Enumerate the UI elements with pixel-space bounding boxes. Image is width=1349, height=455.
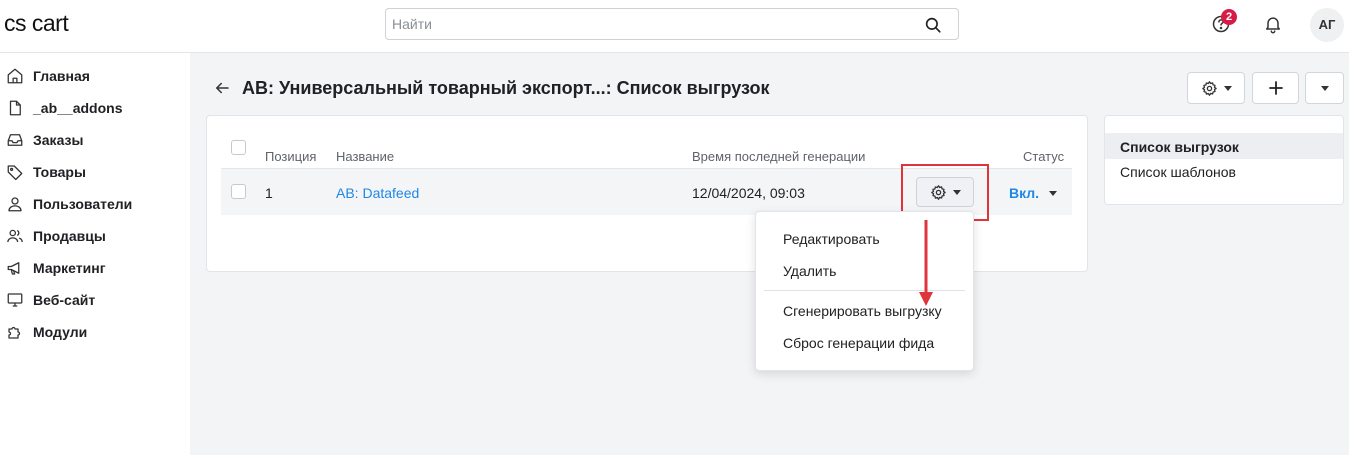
sidebar-item-home[interactable]: Главная bbox=[6, 65, 90, 87]
sidebar-item-label: Главная bbox=[33, 68, 90, 84]
add-button[interactable] bbox=[1252, 72, 1299, 104]
sidebar-item-vendors[interactable]: Продавцы bbox=[6, 225, 106, 247]
sidebar-item-orders[interactable]: Заказы bbox=[6, 129, 83, 151]
side-nav-panel bbox=[1104, 115, 1344, 205]
more-dropdown-button[interactable] bbox=[1305, 72, 1344, 104]
sidebar-item-website[interactable]: Веб-сайт bbox=[6, 289, 95, 311]
megaphone-icon bbox=[7, 262, 20, 275]
bell-icon[interactable] bbox=[1263, 14, 1283, 34]
sidebar-item-label: Заказы bbox=[33, 132, 84, 148]
sidebar-item-label: Пользователи bbox=[33, 196, 133, 212]
row-status-dropdown[interactable]: Вкл. bbox=[1009, 185, 1058, 201]
sidebar-item-users[interactable]: Пользователи bbox=[6, 193, 132, 215]
inbox-icon bbox=[7, 134, 23, 146]
column-header-name[interactable]: Название bbox=[336, 149, 394, 164]
select-all-checkbox[interactable] bbox=[231, 140, 246, 155]
settings-dropdown-button[interactable] bbox=[1187, 72, 1245, 104]
puzzle-icon bbox=[8, 326, 21, 339]
annotation-arrow-icon bbox=[919, 220, 933, 306]
sidebar-item-ab-addons[interactable]: _ab__addons bbox=[6, 97, 122, 119]
row-position: 1 bbox=[265, 185, 273, 201]
avatar[interactable]: АГ bbox=[1310, 8, 1344, 42]
sidebar-item-label: _ab__addons bbox=[33, 100, 123, 116]
users-icon bbox=[7, 229, 23, 243]
column-header-position[interactable]: Позиция bbox=[265, 149, 316, 164]
sidebar-item-label: Продавцы bbox=[33, 228, 106, 244]
search-input[interactable] bbox=[392, 9, 912, 39]
search-box[interactable] bbox=[385, 8, 959, 40]
tag-icon bbox=[7, 165, 23, 181]
top-bar: cs cart 2 АГ bbox=[0, 0, 1349, 53]
row-name-link[interactable]: AB: Datafeed bbox=[336, 185, 419, 201]
search-icon[interactable] bbox=[924, 16, 942, 34]
sidebar-item-products[interactable]: Товары bbox=[6, 161, 86, 183]
menu-item-reset-feed-generation[interactable]: Сброс генерации фида bbox=[783, 335, 934, 351]
column-header-last-generated[interactable]: Время последней генерации bbox=[692, 149, 865, 164]
sidebar-item-label: Маркетинг bbox=[33, 260, 106, 276]
chevron-down-icon bbox=[1049, 190, 1058, 196]
chevron-down-icon bbox=[1223, 85, 1232, 91]
monitor-icon bbox=[7, 293, 23, 307]
sidebar-item-label: Модули bbox=[33, 324, 88, 340]
row-last-generated: 12/04/2024, 09:03 bbox=[692, 185, 805, 201]
gear-icon bbox=[1201, 80, 1217, 96]
status-label: Вкл. bbox=[1009, 185, 1040, 201]
side-nav-item-exports-list[interactable]: Список выгрузок bbox=[1120, 139, 1239, 155]
side-nav-item-templates-list[interactable]: Список шаблонов bbox=[1120, 164, 1236, 180]
column-header-status[interactable]: Статус bbox=[1023, 149, 1064, 164]
menu-item-delete[interactable]: Удалить bbox=[783, 263, 836, 279]
menu-item-edit[interactable]: Редактировать bbox=[783, 231, 880, 247]
sidebar-item-label: Веб-сайт bbox=[33, 292, 96, 308]
notification-badge: 2 bbox=[1221, 9, 1237, 25]
sidebar-item-modules[interactable]: Модули bbox=[6, 321, 87, 343]
sidebar-item-label: Товары bbox=[33, 164, 86, 180]
plus-icon bbox=[1268, 81, 1283, 95]
back-arrow-icon[interactable] bbox=[213, 79, 231, 97]
row-checkbox[interactable] bbox=[231, 184, 246, 199]
sidebar-item-marketing[interactable]: Маркетинг bbox=[6, 257, 106, 279]
chevron-down-icon bbox=[1320, 85, 1329, 91]
home-icon bbox=[7, 68, 23, 84]
file-icon bbox=[9, 100, 21, 116]
page-title: AB: Универсальный товарный экспорт...: С… bbox=[242, 78, 770, 98]
user-icon bbox=[8, 197, 22, 212]
logo[interactable]: cs cart bbox=[4, 10, 69, 37]
